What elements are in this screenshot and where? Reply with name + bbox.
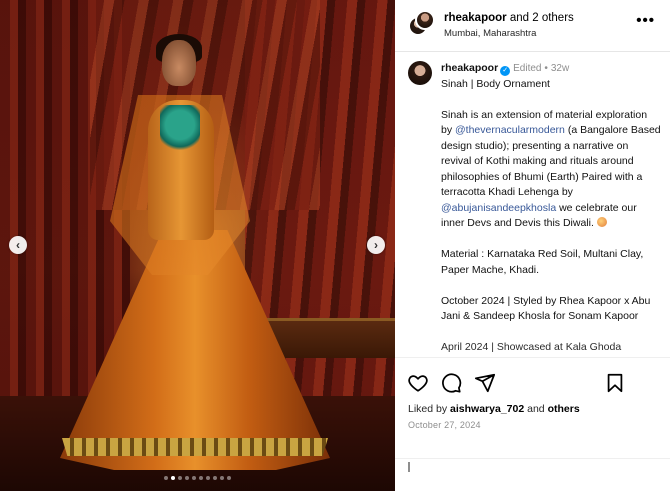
caption-paragraph-3: October 2024 | Styled by Rhea Kapoor x A…: [441, 294, 651, 323]
carousel-dot: [227, 476, 231, 480]
bookmark-icon[interactable]: [604, 372, 626, 394]
send-icon[interactable]: [474, 372, 496, 394]
post-sidebar: rheakapoor and 2 others Mumbai, Maharash…: [395, 0, 670, 491]
post-header: rheakapoor and 2 others Mumbai, Maharash…: [395, 0, 670, 52]
carousel-dot: [213, 476, 217, 480]
caption-header-line: rheakapoor ✓ Edited • 32w: [441, 61, 661, 77]
header-title[interactable]: rheakapoor and 2 others: [444, 12, 574, 24]
caption-paragraph-2: Material : Karnataka Red Soil, Multani C…: [441, 248, 644, 276]
carousel-dot: [185, 476, 189, 480]
caption-paragraph-4: April 2024 | Showcased at Kala Ghoda: [441, 341, 622, 353]
comment-icon[interactable]: [440, 372, 462, 394]
carousel-dot: [220, 476, 224, 480]
liked-by-user[interactable]: aishwarya_702: [450, 403, 524, 415]
necklace: [160, 105, 200, 155]
caption-paragraph-1: Sinah is an extension of material explor…: [441, 108, 661, 232]
more-options-button[interactable]: •••: [636, 12, 655, 29]
verified-badge-icon: ✓: [500, 66, 511, 76]
diya-emoji-icon: [596, 217, 607, 227]
carousel-prev-button[interactable]: ‹: [9, 236, 27, 254]
carousel-dot: [171, 476, 175, 480]
post-image[interactable]: ‹ ›: [0, 0, 395, 491]
separator-dot: •: [544, 63, 548, 74]
liked-by-label: Liked by: [408, 403, 448, 415]
liked-others-link[interactable]: others: [548, 403, 580, 415]
caption-section: rheakapoor ✓ Edited • 32w Sinah | Body Or…: [395, 52, 670, 357]
mention-link[interactable]: @thevernacularmodern: [455, 124, 565, 136]
heart-icon[interactable]: [407, 372, 429, 394]
avatar[interactable]: [408, 61, 432, 85]
caption-username[interactable]: rheakapoor: [441, 62, 498, 74]
carousel-dot: [192, 476, 196, 480]
comment-input[interactable]: [395, 458, 670, 491]
carousel-dot: [206, 476, 210, 480]
carousel-dot: [199, 476, 203, 480]
edited-label: Edited: [513, 63, 542, 74]
post-age[interactable]: 32w: [551, 63, 569, 74]
header-username[interactable]: rheakapoor: [444, 12, 507, 24]
text-caret: [408, 462, 410, 472]
location-link[interactable]: Mumbai, Maharashtra: [444, 28, 536, 39]
caption-text: Sinah | Body Ornament Sinah is an extens…: [441, 77, 661, 356]
carousel-dot: [178, 476, 182, 480]
carousel-next-button[interactable]: ›: [367, 236, 385, 254]
header-collab-text[interactable]: and 2 others: [510, 12, 574, 24]
avatar: [415, 10, 435, 30]
mention-link[interactable]: @abujanisandeepkhosla: [441, 202, 556, 214]
collab-avatars[interactable]: [408, 10, 435, 36]
head: [162, 40, 196, 86]
likes-summary: Liked by aishwarya_702 and others: [408, 403, 580, 415]
post-actions: Liked by aishwarya_702 and others Octobe…: [395, 357, 670, 491]
carousel-indicator: [0, 476, 395, 480]
caption-title: Sinah | Body Ornament: [441, 77, 550, 90]
post-date[interactable]: October 27, 2024: [408, 420, 481, 430]
carousel-dot: [164, 476, 168, 480]
liked-and-label: and: [527, 403, 545, 415]
caption-body: rheakapoor ✓ Edited • 32w Sinah | Body Or…: [441, 61, 661, 356]
lehenga-border: [62, 438, 328, 456]
